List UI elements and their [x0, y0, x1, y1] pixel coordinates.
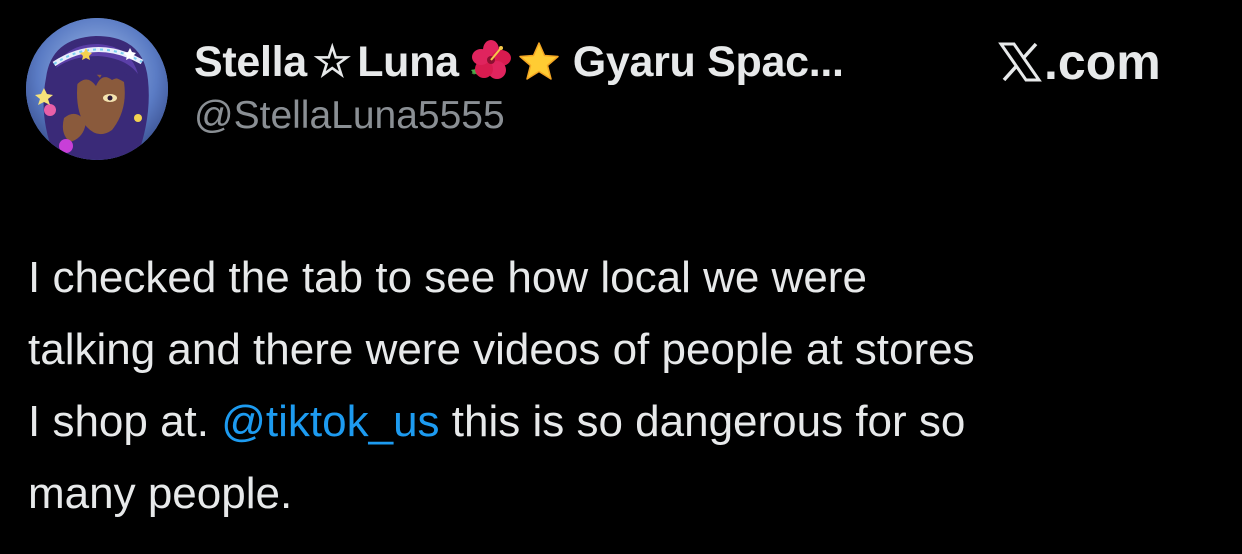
tweet-line-3: I shop at. @tiktok_us this is so dangero…: [28, 386, 1218, 458]
tweet-line-4: many people.: [28, 469, 293, 518]
outline-star-glyph: ☆: [312, 38, 352, 86]
star-emoji: [517, 40, 561, 84]
tweet-line-3-before: I shop at.: [28, 397, 222, 446]
tweet-text: I checked the tab to see how local we we…: [28, 242, 1218, 530]
author-name-first: Stella: [194, 37, 307, 86]
author-name-second: Luna: [357, 37, 459, 86]
avatar[interactable]: [26, 18, 168, 160]
mention-link[interactable]: @tiktok_us: [221, 397, 439, 446]
source-domain-text: .com: [1044, 34, 1161, 90]
source-label: .com: [998, 34, 1161, 90]
hibiscus-emoji: [467, 40, 511, 84]
author-handle[interactable]: @StellaLuna5555: [194, 94, 505, 138]
tweet-line-2: talking and there were videos of people …: [28, 325, 975, 374]
author-name-third: Gyaru Spac...: [572, 37, 844, 86]
tweet-line-1: I checked the tab to see how local we we…: [28, 253, 867, 302]
x-logo-icon: [998, 40, 1042, 84]
author-display-name[interactable]: Stella ☆ Luna Gyaru Spac...: [194, 34, 844, 90]
tweet-line-3-after: this is so dangerous for so: [439, 397, 966, 446]
avatar-image: [26, 18, 168, 160]
